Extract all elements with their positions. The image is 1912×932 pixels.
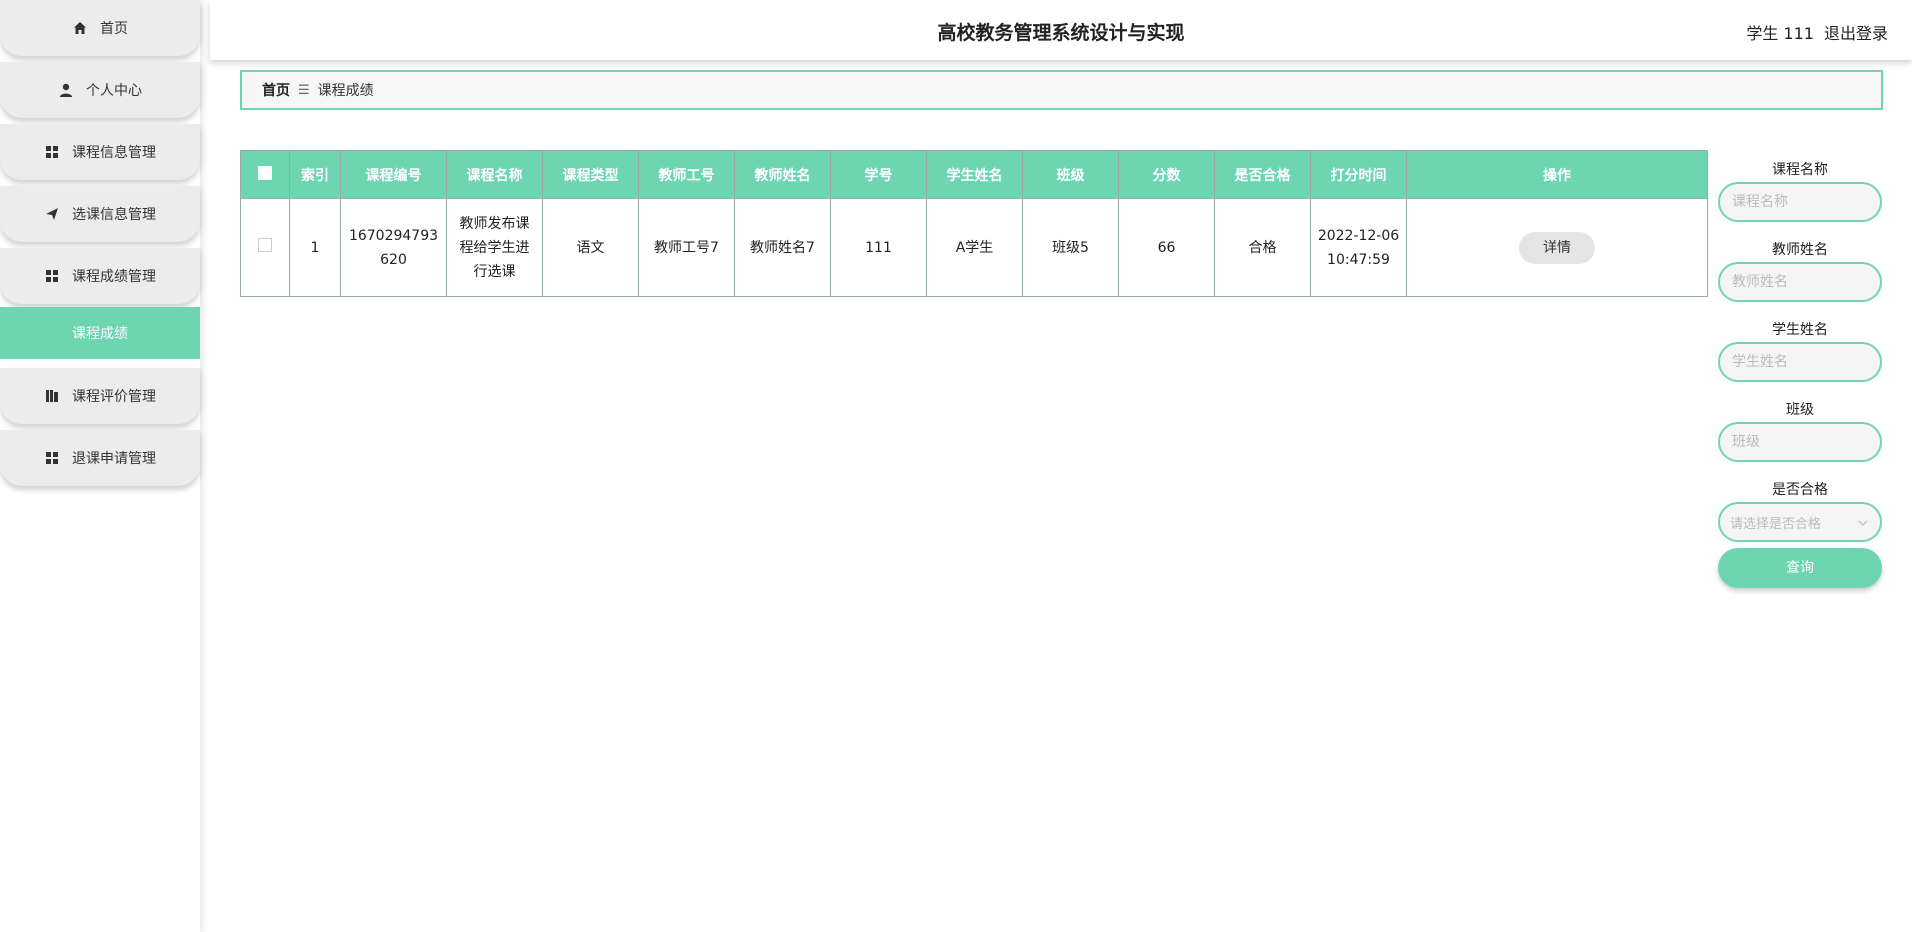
search-button[interactable]: 查询	[1718, 548, 1882, 588]
teacher-name-input[interactable]	[1718, 262, 1882, 302]
breadcrumb: 首页 ☰ 课程成绩	[240, 70, 1883, 110]
cell-course-no: 1670294793620	[340, 198, 447, 297]
user-label: 学生 111	[1746, 24, 1814, 43]
col-header: 教师姓名	[734, 150, 831, 199]
logout-link[interactable]: 退出登录	[1824, 20, 1888, 44]
pass-label: 是否合格	[1772, 482, 1828, 498]
row-checkbox[interactable]	[240, 198, 290, 297]
page-title: 高校教务管理系统设计与实现	[937, 22, 1185, 44]
col-header: 课程名称	[446, 150, 543, 199]
col-header: 是否合格	[1214, 150, 1311, 199]
score-table-container: 索引 课程编号 课程名称 课程类型 教师工号 教师姓名 学号 学生姓名 班级 分…	[240, 150, 1708, 297]
user-icon	[58, 82, 74, 98]
cell-teacher-no: 教师工号7	[638, 198, 735, 297]
sidebar-item-selection[interactable]: 选课信息管理	[0, 186, 200, 242]
sidebar-subitem-course-score[interactable]: 课程成绩	[0, 307, 200, 359]
top-header: 高校教务管理系统设计与实现 学生 111 退出登录	[210, 0, 1912, 60]
search-panel: 课程名称 教师姓名 学生姓名 班级 是否合格 请选择是否合格 查询	[1718, 158, 1882, 588]
grid-icon	[44, 268, 60, 284]
sidebar-item-label: 课程评价管理	[72, 389, 156, 405]
student-name-input[interactable]	[1718, 342, 1882, 382]
cell-course-name: 教师发布课程给学生进行选课	[446, 198, 543, 297]
sidebar-item-label: 退课申请管理	[72, 451, 156, 467]
teacher-name-label: 教师姓名	[1772, 242, 1828, 258]
course-name-label: 课程名称	[1772, 162, 1828, 178]
class-input[interactable]	[1718, 422, 1882, 462]
col-header: 打分时间	[1310, 150, 1407, 199]
breadcrumb-separator-icon: ☰	[298, 82, 310, 98]
grid-icon	[44, 144, 60, 160]
cell-course-type: 语文	[542, 198, 639, 297]
sidebar-item-evaluation[interactable]: 课程评价管理	[0, 368, 200, 424]
table-header-row: 索引 课程编号 课程名称 课程类型 教师工号 教师姓名 学号 学生姓名 班级 分…	[240, 150, 1708, 199]
select-all-checkbox[interactable]	[240, 150, 290, 199]
cell-class: 班级5	[1022, 198, 1119, 297]
cell-time: 2022-12-06 10:47:59	[1310, 198, 1407, 297]
breadcrumb-home[interactable]: 首页	[262, 80, 290, 100]
cell-student-no: 111	[830, 198, 927, 297]
sidebar-item-label: 个人中心	[86, 83, 142, 99]
pass-select[interactable]: 请选择是否合格	[1718, 502, 1882, 542]
cell-teacher-name: 教师姓名7	[734, 198, 831, 297]
book-icon	[44, 388, 60, 404]
course-name-input[interactable]	[1718, 182, 1882, 222]
sidebar-item-home[interactable]: 首页	[0, 0, 200, 56]
breadcrumb-current: 课程成绩	[317, 83, 374, 99]
col-header: 分数	[1118, 150, 1215, 199]
col-header: 操作	[1406, 150, 1708, 199]
table-row: 1 1670294793620 教师发布课程给学生进行选课 语文 教师工号7 教…	[240, 198, 1708, 297]
cell-action: 详情	[1406, 198, 1708, 297]
student-name-label: 学生姓名	[1772, 322, 1828, 338]
sidebar-item-label: 课程信息管理	[72, 145, 156, 161]
score-table: 索引 课程编号 课程名称 课程类型 教师工号 教师姓名 学号 学生姓名 班级 分…	[240, 150, 1708, 297]
detail-button[interactable]: 详情	[1519, 231, 1595, 264]
col-header: 教师工号	[638, 150, 735, 199]
grid-icon	[44, 450, 60, 466]
sidebar-item-withdraw[interactable]: 退课申请管理	[0, 430, 200, 486]
col-header: 课程编号	[340, 150, 447, 199]
cell-score: 66	[1118, 198, 1215, 297]
pass-select-placeholder: 请选择是否合格	[1730, 516, 1822, 532]
col-header: 课程类型	[542, 150, 639, 199]
sidebar-item-course-info[interactable]: 课程信息管理	[0, 124, 200, 180]
chevron-down-icon	[1858, 515, 1868, 530]
sidebar-item-label: 首页	[100, 21, 128, 37]
sidebar-item-score-manage[interactable]: 课程成绩管理	[0, 248, 200, 304]
sidebar-item-label: 课程成绩管理	[72, 269, 156, 285]
cell-index: 1	[289, 198, 341, 297]
col-header: 班级	[1022, 150, 1119, 199]
sidebar: 首页 个人中心 课程信息管理 选课信息管理 课程成绩管理 课程成绩 课程评价管理	[0, 0, 200, 932]
class-label: 班级	[1786, 402, 1814, 418]
col-header: 索引	[289, 150, 341, 199]
cell-student-name: A学生	[926, 198, 1023, 297]
send-icon	[44, 206, 60, 222]
col-header: 学生姓名	[926, 150, 1023, 199]
col-header: 学号	[830, 150, 927, 199]
home-icon	[72, 20, 88, 36]
cell-pass: 合格	[1214, 198, 1311, 297]
sidebar-item-label: 选课信息管理	[72, 207, 156, 223]
sidebar-item-profile[interactable]: 个人中心	[0, 62, 200, 118]
